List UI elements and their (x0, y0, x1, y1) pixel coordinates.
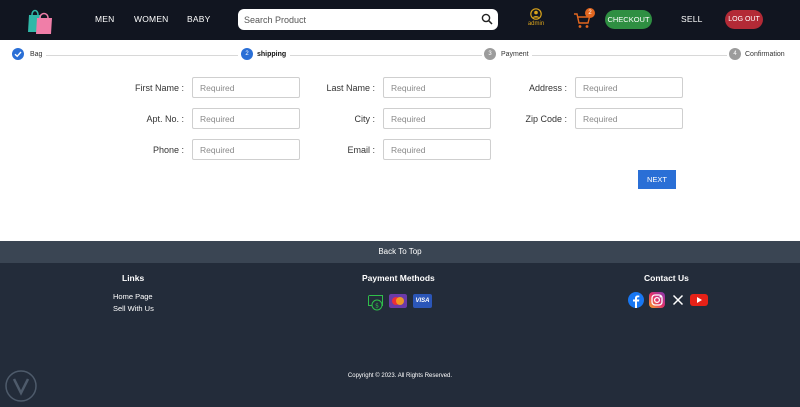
shield-watermark-icon (5, 370, 37, 402)
contact-us-heading: Contact Us (644, 273, 689, 283)
email-label: Email : (347, 145, 375, 155)
last-name-label: Last Name : (326, 83, 375, 93)
youtube-icon[interactable] (690, 292, 708, 308)
cash-icon: $ (368, 295, 383, 311)
phone-label: Phone : (152, 145, 184, 155)
links-heading: Links (122, 273, 145, 283)
zip-code-label: Zip Code : (525, 114, 567, 124)
nav-link-women[interactable]: WOMEN (134, 14, 169, 24)
city-label: City : (354, 114, 375, 124)
city-field[interactable] (383, 108, 491, 129)
mastercard-icon (389, 294, 407, 308)
search-input[interactable] (244, 12, 474, 27)
first-name-label: First Name : (134, 83, 184, 93)
address-field[interactable] (575, 77, 683, 98)
footer (0, 263, 800, 407)
cart-count-badge: 2 (585, 8, 595, 18)
copyright-text: Copyright © 2023. All Rights Reserved. (347, 373, 453, 379)
step-connector (532, 54, 727, 56)
step-1-label: Bag (30, 51, 43, 58)
shopping-bags-logo-icon[interactable] (26, 6, 54, 35)
step-3-label: Payment (501, 51, 529, 58)
step-3-number: 3 (484, 48, 496, 60)
facebook-icon[interactable] (628, 292, 644, 308)
top-navbar: MEN WOMEN BABY admin 2 CHECKOUT SELL LOG… (0, 0, 800, 40)
email-field[interactable] (383, 139, 491, 160)
step-2-number: 2 (241, 48, 253, 60)
instagram-icon[interactable] (649, 292, 665, 308)
user-account[interactable]: admin (526, 8, 546, 34)
user-icon (530, 8, 542, 20)
last-name-field[interactable] (383, 77, 491, 98)
logout-button[interactable]: LOG OUT (725, 10, 763, 29)
search-icon[interactable] (481, 13, 493, 25)
payment-methods-heading: Payment Methods (362, 273, 435, 283)
step-connector (290, 54, 482, 56)
footer-link-home-page[interactable]: Home Page (113, 292, 153, 301)
step-1-done-check-icon (12, 48, 24, 60)
x-icon[interactable] (670, 292, 686, 308)
svg-text:$: $ (375, 302, 379, 309)
nav-link-men[interactable]: MEN (95, 14, 115, 24)
step-4-number: 4 (729, 48, 741, 60)
step-4-label: Confirmation (745, 51, 785, 58)
apt-no-field[interactable] (192, 108, 300, 129)
checkout-button[interactable]: CHECKOUT (605, 10, 652, 29)
sell-link[interactable]: SELL (681, 14, 703, 24)
phone-field[interactable] (192, 139, 300, 160)
step-connector (46, 54, 238, 56)
visa-icon: VISA (413, 294, 432, 308)
footer-link-sell-with-us[interactable]: Sell With Us (113, 304, 154, 313)
user-name: admin (527, 21, 545, 27)
nav-link-baby[interactable]: BABY (187, 14, 210, 24)
first-name-field[interactable] (192, 77, 300, 98)
search-bar (238, 9, 498, 30)
step-2-label: shipping (257, 51, 287, 58)
address-label: Address : (528, 83, 567, 93)
next-button[interactable]: NEXT (638, 170, 676, 189)
zip-code-field[interactable] (575, 108, 683, 129)
back-to-top-button[interactable]: Back To Top (0, 241, 800, 263)
apt-no-label: Apt. No. : (146, 114, 184, 124)
